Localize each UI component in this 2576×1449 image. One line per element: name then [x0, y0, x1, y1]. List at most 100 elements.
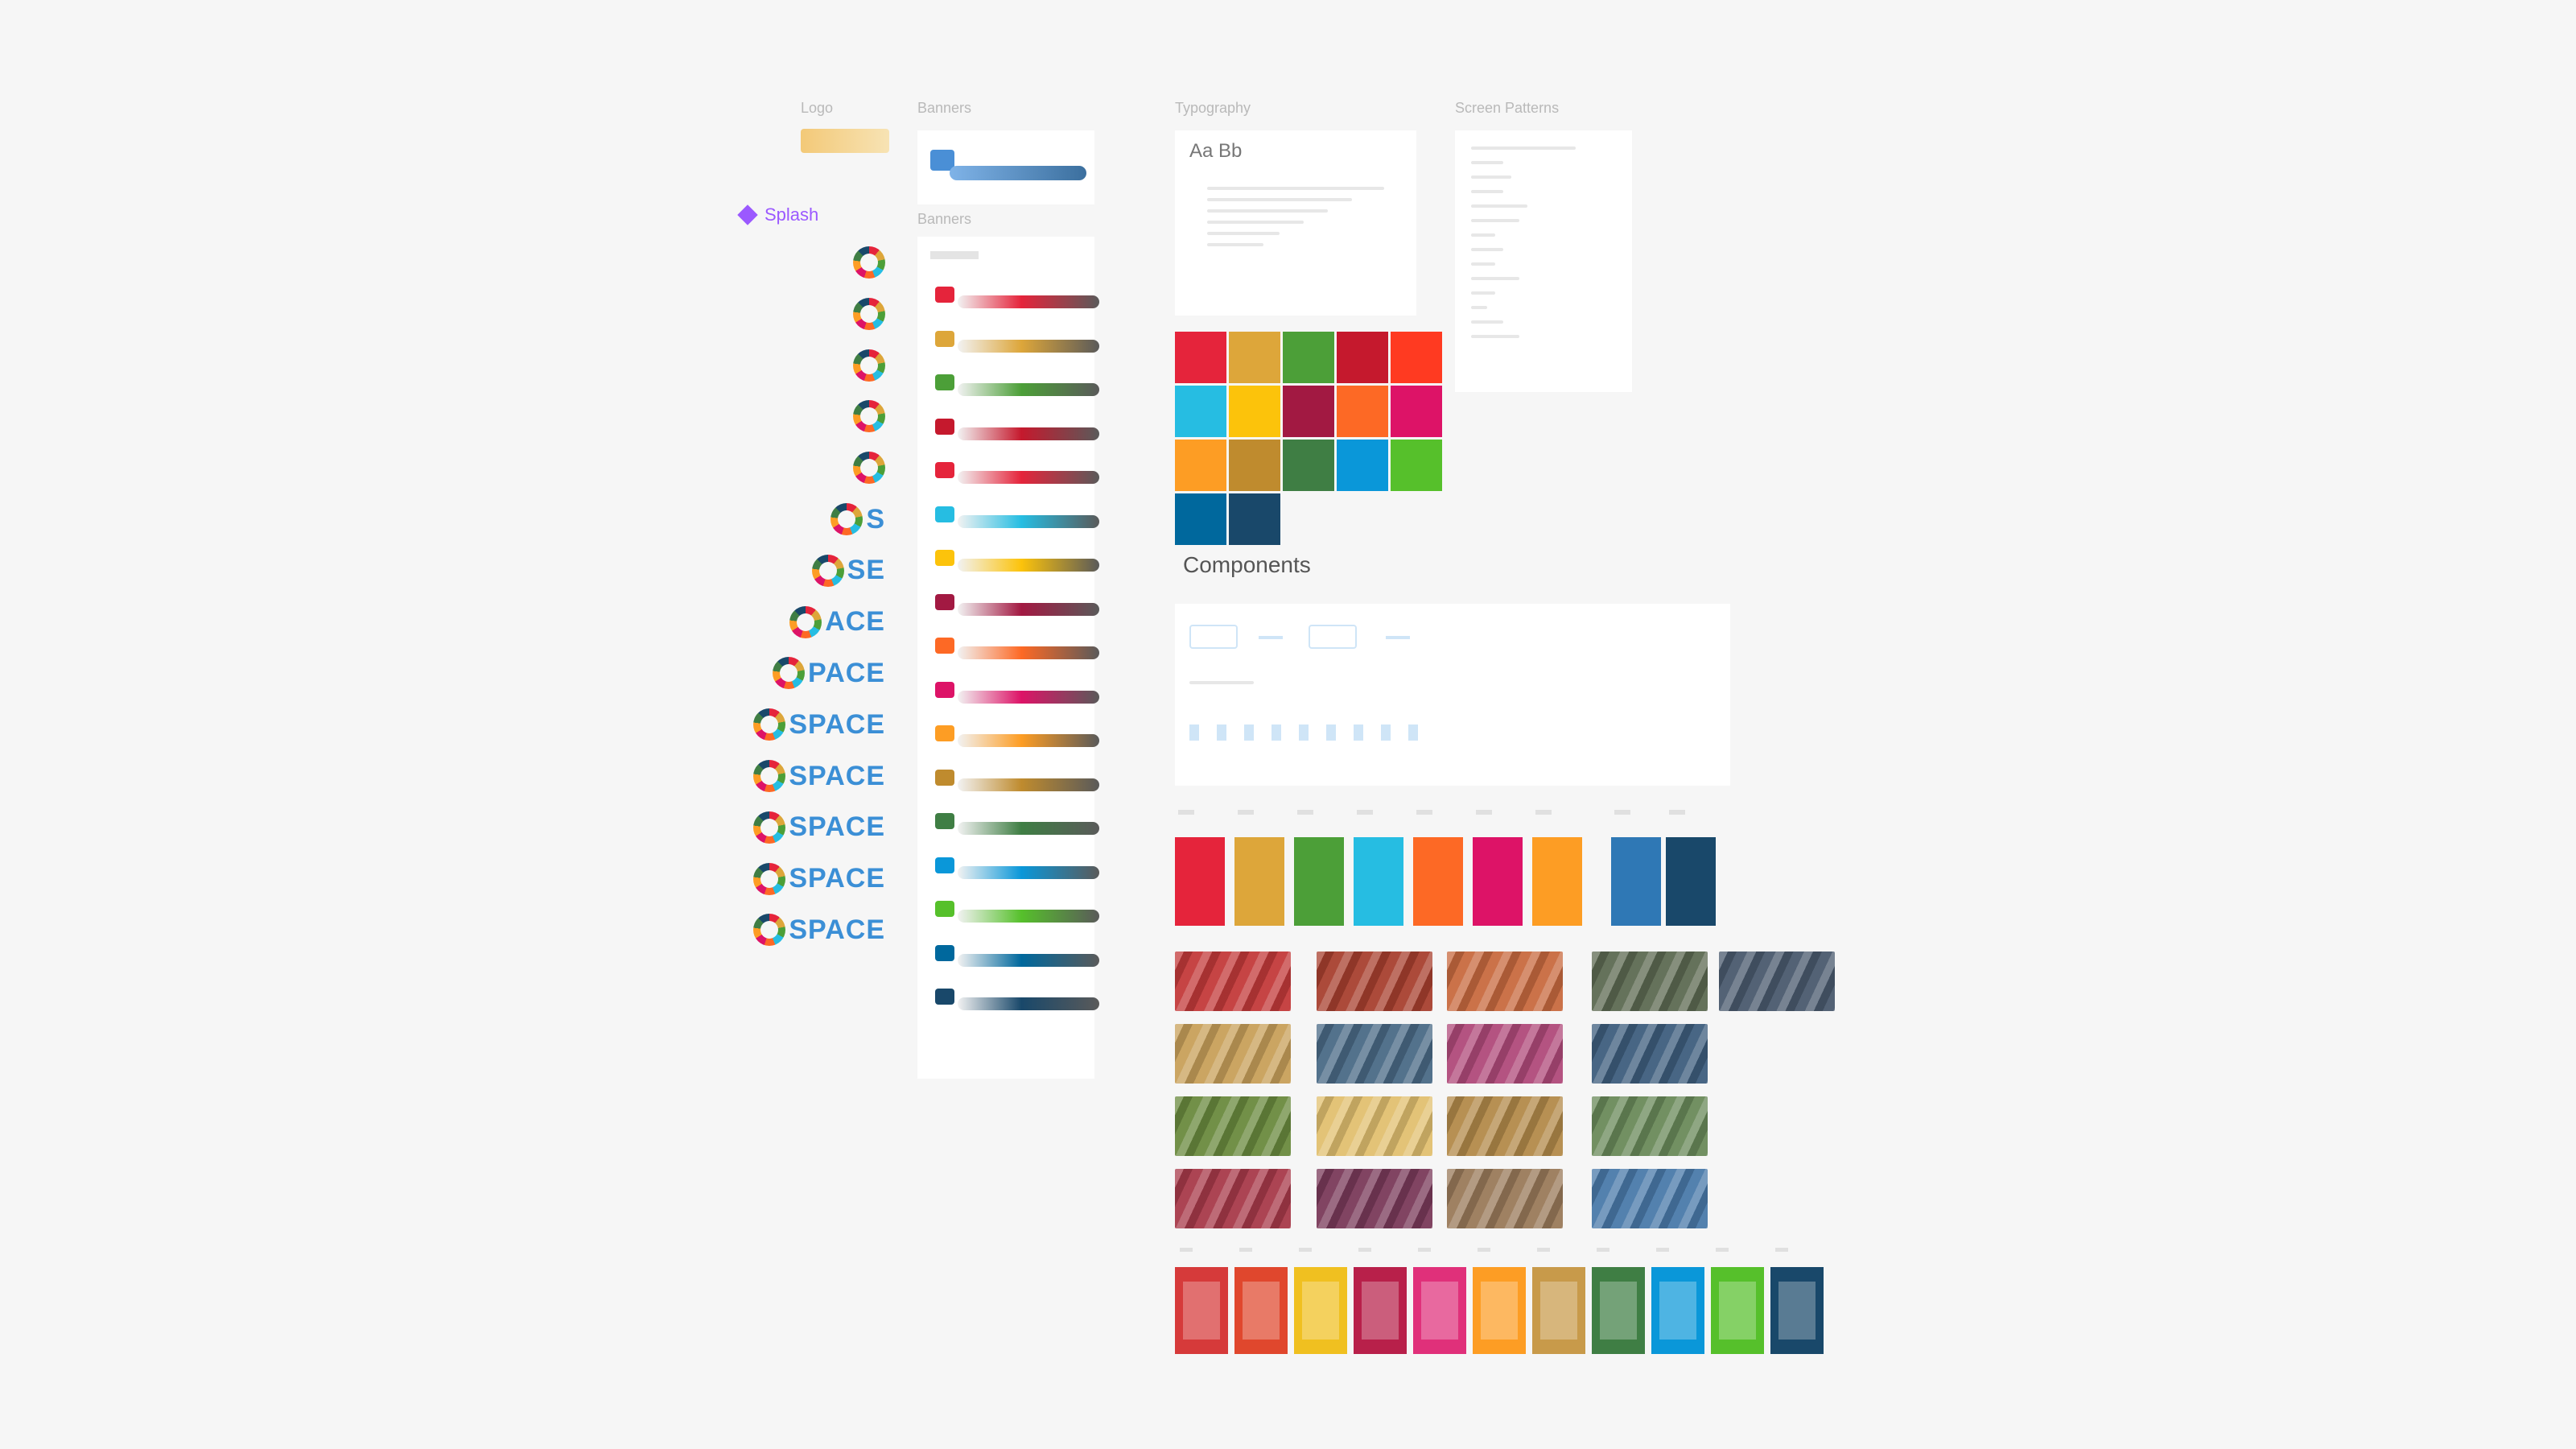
pagination-dots[interactable]: [1189, 724, 1431, 741]
banner-item[interactable]: [929, 330, 1099, 353]
sdg-goal-tile-3[interactable]: [1283, 332, 1334, 383]
component-button-secondary[interactable]: [1309, 625, 1357, 649]
sdg-goal-tile-5[interactable]: [1391, 332, 1442, 383]
splash-screen[interactable]: PACE: [724, 654, 885, 692]
goal-poster[interactable]: [1532, 1267, 1585, 1354]
banner-item[interactable]: [929, 374, 1099, 396]
sdg-goal-tile-11[interactable]: [1175, 440, 1226, 491]
splash-screen[interactable]: ACE: [724, 603, 885, 642]
splash-screen[interactable]: SPACE: [724, 757, 885, 795]
photo-thumbnail[interactable]: [1592, 1024, 1708, 1084]
photo-thumbnail[interactable]: [1175, 1024, 1291, 1084]
sdg-goal-tile-13[interactable]: [1283, 440, 1334, 491]
goal-poster[interactable]: [1592, 1267, 1645, 1354]
banner-bar: [958, 690, 1099, 704]
splash-screen[interactable]: S: [724, 500, 885, 539]
photo-thumbnail[interactable]: [1175, 952, 1291, 1011]
sdg-goal-tile-7[interactable]: [1229, 386, 1280, 437]
goal-poster[interactable]: [1770, 1267, 1824, 1354]
banner-item[interactable]: [929, 593, 1099, 616]
sdg-goal-tile-17[interactable]: [1229, 493, 1280, 545]
sdg-goal-tile-15[interactable]: [1391, 440, 1442, 491]
sdg-goal-tile-6[interactable]: [1175, 386, 1226, 437]
component-button-primary[interactable]: [1189, 625, 1238, 649]
splash-screen[interactable]: [724, 243, 885, 282]
color-swatch[interactable]: [1175, 837, 1225, 926]
goal-poster[interactable]: [1294, 1267, 1347, 1354]
sdg-goal-tile-16[interactable]: [1175, 493, 1226, 545]
goal-poster[interactable]: [1413, 1267, 1466, 1354]
goal-poster[interactable]: [1175, 1267, 1228, 1354]
color-swatch[interactable]: [1532, 837, 1582, 926]
color-swatch[interactable]: [1473, 837, 1523, 926]
photo-thumbnail[interactable]: [1175, 1096, 1291, 1156]
sdg-goal-tile-8[interactable]: [1283, 386, 1334, 437]
sdg-goal-tile-10[interactable]: [1391, 386, 1442, 437]
splash-screen[interactable]: [724, 448, 885, 487]
splash-screen[interactable]: [724, 346, 885, 385]
photo-thumbnail[interactable]: [1592, 1169, 1708, 1228]
splash-screen[interactable]: SPACE: [724, 808, 885, 847]
banners-frame-label[interactable]: Banners: [917, 100, 971, 117]
splash-screen[interactable]: SPACE: [724, 910, 885, 949]
splash-screen[interactable]: SPACE: [724, 705, 885, 744]
banner-item[interactable]: [929, 725, 1099, 747]
color-swatch[interactable]: [1294, 837, 1344, 926]
sdg-goal-tile-12[interactable]: [1229, 440, 1280, 491]
splash-frame-label[interactable]: Splash: [737, 204, 818, 225]
sdg-goal-tile-1[interactable]: [1175, 332, 1226, 383]
sdg-goal-tile-2[interactable]: [1229, 332, 1280, 383]
photo-thumbnail[interactable]: [1592, 952, 1708, 1011]
photo-thumbnail[interactable]: [1592, 1096, 1708, 1156]
banner-item[interactable]: [929, 681, 1099, 704]
sdg-goal-tile-14[interactable]: [1337, 440, 1388, 491]
color-swatch[interactable]: [1611, 837, 1661, 926]
banner-item[interactable]: [929, 813, 1099, 835]
banner-item[interactable]: [929, 462, 1099, 484]
component-link[interactable]: [1259, 636, 1283, 639]
typography-frame-label[interactable]: Typography: [1175, 100, 1251, 117]
color-swatch[interactable]: [1234, 837, 1284, 926]
banner-item[interactable]: [929, 857, 1099, 879]
photo-thumbnail[interactable]: [1317, 1024, 1432, 1084]
color-swatch[interactable]: [1354, 837, 1403, 926]
splash-screen[interactable]: [724, 397, 885, 436]
banner-item[interactable]: [929, 638, 1099, 659]
splash-screen[interactable]: SPACE: [724, 860, 885, 898]
color-swatch[interactable]: [1666, 837, 1716, 926]
goal-poster[interactable]: [1711, 1267, 1764, 1354]
photo-thumbnail[interactable]: [1317, 952, 1432, 1011]
photo-thumbnail[interactable]: [1447, 1024, 1563, 1084]
photo-thumbnail[interactable]: [1317, 1096, 1432, 1156]
photo-thumbnail[interactable]: [1447, 952, 1563, 1011]
photo-thumbnail[interactable]: [1175, 1169, 1291, 1228]
logo-frame-label[interactable]: Logo: [801, 100, 833, 117]
pattern-line: [1471, 161, 1503, 164]
banner-item[interactable]: [929, 287, 1099, 308]
photo-thumbnail[interactable]: [1447, 1096, 1563, 1156]
photo-thumbnail[interactable]: [1447, 1169, 1563, 1228]
splash-screen[interactable]: [724, 295, 885, 333]
banner-bar: [958, 822, 1099, 835]
banner-item[interactable]: [929, 506, 1099, 528]
sdg-goal-tile-4[interactable]: [1337, 332, 1388, 383]
banner-item[interactable]: [929, 901, 1099, 923]
screen-patterns-frame-label[interactable]: Screen Patterns: [1455, 100, 1559, 117]
photo-thumbnail[interactable]: [1719, 952, 1835, 1011]
sdg-goal-tile-9[interactable]: [1337, 386, 1388, 437]
splash-screen[interactable]: SE: [724, 551, 885, 590]
banner-item[interactable]: [929, 769, 1099, 791]
photo-thumbnail[interactable]: [1317, 1169, 1432, 1228]
sdg-color-ring-icon: [753, 862, 786, 895]
components-title[interactable]: Components: [1183, 552, 1311, 578]
component-link[interactable]: [1386, 636, 1410, 639]
banner-item[interactable]: [929, 989, 1099, 1010]
banner-item[interactable]: [929, 944, 1099, 967]
goal-poster[interactable]: [1651, 1267, 1704, 1354]
goal-poster[interactable]: [1354, 1267, 1407, 1354]
banner-item[interactable]: [929, 418, 1099, 440]
color-swatch[interactable]: [1413, 837, 1463, 926]
goal-poster[interactable]: [1234, 1267, 1288, 1354]
banner-item[interactable]: [929, 550, 1099, 572]
goal-poster[interactable]: [1473, 1267, 1526, 1354]
